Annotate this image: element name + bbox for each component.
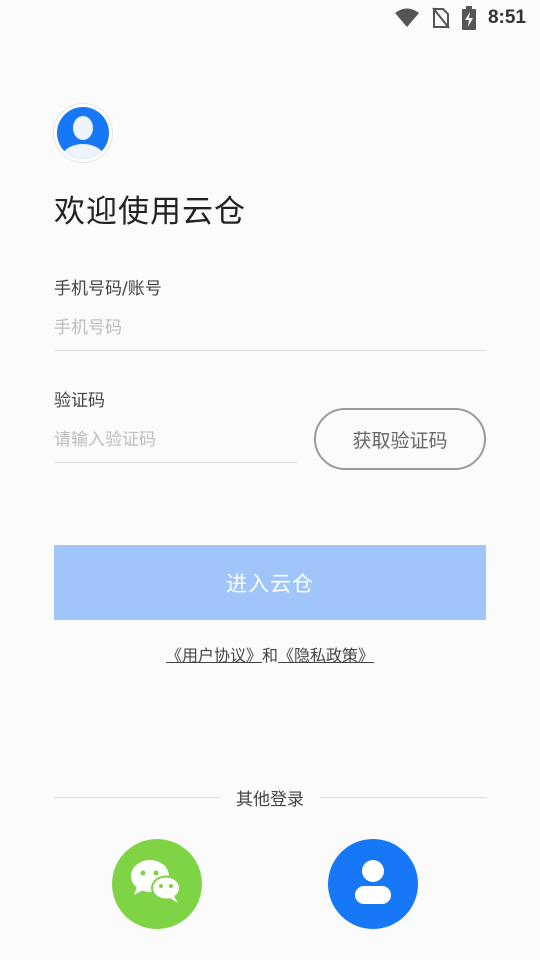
page-title: 欢迎使用云仓 [54, 194, 246, 230]
account-login-button[interactable] [328, 839, 418, 929]
user-avatar-icon [54, 104, 112, 162]
other-login-divider: 其他登录 [54, 785, 486, 810]
status-time: 8:51 [487, 7, 526, 28]
battery-charging-icon [461, 6, 476, 30]
agreement-connector: 和 [261, 646, 278, 665]
wifi-icon [394, 8, 420, 28]
divider-line-left [54, 796, 220, 799]
phone-input[interactable] [54, 306, 486, 351]
other-login-label: 其他登录 [236, 790, 304, 810]
wechat-login-button[interactable] [112, 839, 202, 929]
status-bar: 8:51 [0, 0, 540, 36]
code-label: 验证码 [54, 391, 105, 411]
user-agreement-link[interactable]: 《用户协议》 [166, 646, 262, 665]
phone-label: 手机号码/账号 [54, 279, 162, 299]
wechat-icon [128, 857, 186, 911]
privacy-policy-link[interactable]: 《隐私政策》 [278, 646, 374, 665]
verification-code-input[interactable] [54, 418, 298, 463]
get-code-button[interactable]: 获取验证码 [314, 408, 486, 470]
no-sim-icon [432, 7, 450, 29]
agreement-text: 《用户协议》和《隐私政策》 [0, 642, 540, 666]
user-icon [353, 858, 393, 910]
enter-button[interactable]: 进入云仓 [54, 545, 486, 620]
divider-line-right [320, 796, 486, 799]
